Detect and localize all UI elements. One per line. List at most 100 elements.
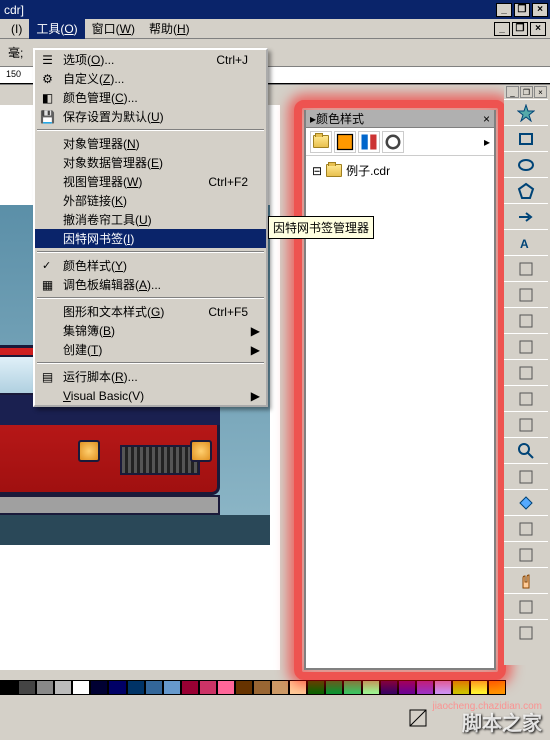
fill-indicator-icon: [406, 706, 430, 730]
menu-item[interactable]: Visual Basic(V)▶: [35, 386, 266, 405]
menu-tools[interactable]: 工具(O): [29, 18, 84, 39]
color-swatch[interactable]: [217, 680, 235, 695]
tool-interactive[interactable]: [504, 541, 548, 567]
docker-tree[interactable]: ⊟ 例子.cdr: [306, 156, 494, 185]
menu-item[interactable]: ▤运行脚本(R)...: [35, 367, 266, 386]
menu-item[interactable]: 图形和文本样式(G)Ctrl+F5: [35, 302, 266, 321]
tool-outline[interactable]: [504, 515, 548, 541]
doc-maximize-button[interactable]: ❐: [512, 22, 528, 36]
title-bar: cdr] _ ❐ ×: [0, 0, 550, 19]
curve-icon: [517, 364, 535, 382]
color-swatch[interactable]: [452, 680, 470, 695]
color-swatch[interactable]: [398, 680, 416, 695]
tool-line[interactable]: [504, 333, 548, 359]
menu-separator: [37, 362, 264, 364]
docker-menu-arrow-icon[interactable]: ▸: [484, 135, 490, 149]
tool-ellipse[interactable]: [504, 151, 548, 177]
menu-item[interactable]: 创建(T)▶: [35, 340, 266, 359]
menu-bar: (I) 工具(O) 窗口(W) 帮助(H) _ ❐ ×: [0, 19, 550, 39]
docker-titlebar[interactable]: ▸ 颜色样式 ×: [306, 110, 494, 128]
tool-zoom[interactable]: [504, 437, 548, 463]
tool-crop[interactable]: [504, 593, 548, 619]
tool-curve[interactable]: [504, 359, 548, 385]
menu-window[interactable]: 窗口(W): [85, 18, 142, 39]
color-swatch[interactable]: [127, 680, 145, 695]
menu-item[interactable]: 集锦簿(B)▶: [35, 321, 266, 340]
color-swatch[interactable]: [72, 680, 90, 695]
tool-eyedrop[interactable]: [504, 463, 548, 489]
menu-item[interactable]: 外部链接(K): [35, 191, 266, 210]
color-swatch[interactable]: [145, 680, 163, 695]
color-swatch[interactable]: [362, 680, 380, 695]
maximize-button[interactable]: ❐: [514, 3, 530, 17]
toolbox-min[interactable]: _: [506, 86, 519, 98]
tool-connector[interactable]: [504, 411, 548, 437]
menu-item[interactable]: ⚙自定义(Z)...: [35, 69, 266, 88]
menu-item[interactable]: 因特网书签(I): [35, 229, 266, 248]
tool-callout[interactable]: [504, 281, 548, 307]
menu-item-label: Visual Basic(V): [63, 389, 144, 403]
color-swatch[interactable]: [36, 680, 54, 695]
doc-minimize-button[interactable]: _: [494, 22, 510, 36]
menu-item[interactable]: 对象管理器(N): [35, 134, 266, 153]
docker-new-folder-button[interactable]: [310, 131, 332, 153]
toolbox-max[interactable]: ❐: [520, 86, 533, 98]
color-swatch[interactable]: [0, 680, 18, 695]
docker-new-color-button[interactable]: [334, 131, 356, 153]
color-swatch[interactable]: [90, 680, 108, 695]
color-swatch[interactable]: [289, 680, 307, 695]
menu-item[interactable]: ◧颜色管理(C)...: [35, 88, 266, 107]
doc-close-button[interactable]: ×: [530, 22, 546, 36]
toolbox-close[interactable]: ×: [534, 86, 547, 98]
tree-item-file[interactable]: ⊟ 例子.cdr: [310, 160, 490, 181]
color-swatch[interactable]: [416, 680, 434, 695]
menu-help[interactable]: 帮助(H): [142, 18, 197, 39]
menu-item[interactable]: ▦调色板编辑器(A)...: [35, 275, 266, 294]
color-swatch[interactable]: [181, 680, 199, 695]
color-swatch[interactable]: [470, 680, 488, 695]
color-swatch[interactable]: [199, 680, 217, 695]
color-swatch[interactable]: [108, 680, 126, 695]
menu-item[interactable]: 撤消卷帘工具(U): [35, 210, 266, 229]
docker-edit-button[interactable]: [382, 131, 404, 153]
tool-dimension[interactable]: [504, 385, 548, 411]
color-swatch[interactable]: [163, 680, 181, 695]
color-swatch[interactable]: [18, 680, 36, 695]
color-swatch[interactable]: [235, 680, 253, 695]
tool-text[interactable]: A: [504, 229, 548, 255]
tool-star[interactable]: [504, 99, 548, 125]
color-swatch[interactable]: [271, 680, 289, 695]
close-button[interactable]: ×: [532, 3, 548, 17]
tree-collapse-icon[interactable]: ⊟: [312, 164, 322, 178]
minimize-button[interactable]: _: [496, 3, 512, 17]
tool-fill[interactable]: [504, 489, 548, 515]
tool-graph[interactable]: [504, 255, 548, 281]
color-swatch[interactable]: [488, 680, 506, 695]
color-swatch[interactable]: [325, 680, 343, 695]
color-styles-docker: ▸ 颜色样式 × ▸ ⊟ 例子.cdr: [304, 110, 496, 670]
menu-item-label: 颜色样式(Y): [63, 257, 127, 274]
color-swatch[interactable]: [307, 680, 325, 695]
tool-polygon[interactable]: [504, 177, 548, 203]
menu-item-label: 集锦簿(B): [63, 322, 115, 339]
tool-note[interactable]: [504, 307, 548, 333]
menu-item[interactable]: 💾保存设置为默认(U): [35, 107, 266, 126]
menu-item[interactable]: ☰选项(O)...Ctrl+J: [35, 50, 266, 69]
menu-item[interactable]: ✓颜色样式(Y): [35, 256, 266, 275]
menu-item[interactable]: 视图管理器(W)Ctrl+F2: [35, 172, 266, 191]
color-swatch[interactable]: [434, 680, 452, 695]
title-text: cdr]: [2, 3, 496, 17]
menu-partial[interactable]: (I): [4, 20, 29, 38]
docker-close-icon[interactable]: ×: [483, 112, 490, 126]
ellipse-icon: [517, 156, 535, 174]
menu-item[interactable]: 对象数据管理器(E): [35, 153, 266, 172]
color-swatch[interactable]: [380, 680, 398, 695]
tool-rect[interactable]: [504, 125, 548, 151]
color-swatch[interactable]: [253, 680, 271, 695]
docker-child-color-button[interactable]: [358, 131, 380, 153]
color-swatch[interactable]: [54, 680, 72, 695]
tool-hand[interactable]: [504, 567, 548, 593]
tool-search[interactable]: [504, 619, 548, 645]
color-swatch[interactable]: [343, 680, 361, 695]
tool-arrow[interactable]: [504, 203, 548, 229]
